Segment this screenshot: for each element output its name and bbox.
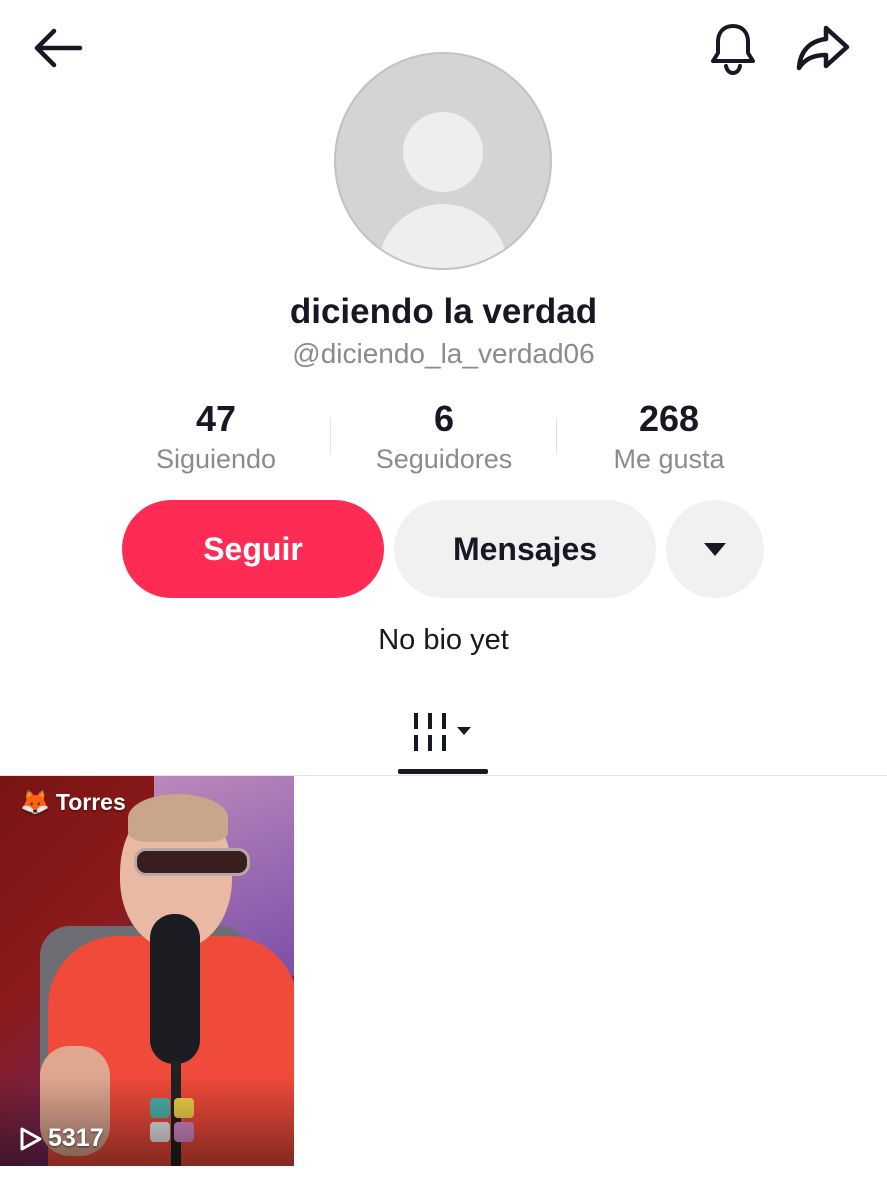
caret-down-icon — [704, 542, 726, 556]
likes-label: Me gusta — [613, 444, 725, 474]
stats-divider — [330, 418, 331, 454]
profile-stats: 47 Siguiendo 6 Seguidores 268 Me gusta — [0, 398, 887, 482]
arrow-left-icon — [34, 28, 83, 68]
followers-count: 6 — [433, 398, 455, 439]
bell-icon — [711, 24, 755, 76]
notification-bell-button[interactable] — [702, 18, 764, 78]
content-tab-bar — [0, 690, 887, 776]
profile-avatar[interactable] — [334, 52, 552, 270]
display-name: diciendo la verdad — [289, 292, 598, 331]
message-button[interactable]: Mensajes — [394, 500, 656, 598]
more-options-button[interactable] — [666, 500, 764, 598]
avatar-silhouette-body — [378, 204, 508, 268]
video-label: 🦊 Torres — [20, 788, 126, 817]
stat-followers[interactable]: 6 Seguidores — [344, 398, 544, 478]
following-count: 47 — [195, 398, 237, 439]
thumbnail-sunglasses — [134, 848, 250, 876]
stat-likes[interactable]: 268 Me gusta — [569, 398, 769, 478]
video-thumbnail[interactable]: 🦊 Torres 5317 — [0, 776, 294, 1166]
followers-label: Seguidores — [375, 444, 513, 474]
stat-following[interactable]: 47 Siguiendo — [116, 398, 316, 478]
play-count-value: 5317 — [48, 1124, 104, 1152]
caret-down-icon — [457, 726, 471, 735]
following-label: Siguiendo — [155, 444, 277, 474]
likes-count: 268 — [638, 398, 700, 439]
bio-text: No bio yet — [378, 624, 509, 656]
video-play-count: 5317 — [16, 1124, 104, 1153]
default-avatar-icon — [403, 112, 483, 192]
active-tab-indicator — [398, 769, 488, 774]
play-outline-icon — [20, 1127, 42, 1150]
share-arrow-icon — [796, 25, 850, 71]
thumbnail-microphone — [150, 914, 200, 1064]
share-button[interactable] — [792, 18, 854, 78]
follow-button[interactable]: Seguir — [122, 500, 384, 598]
stats-divider — [556, 418, 557, 454]
back-button[interactable] — [28, 22, 88, 74]
username: @diciendo_la_verdad06 — [292, 338, 595, 369]
grid-videos-icon — [414, 712, 471, 751]
tab-videos-grid[interactable] — [398, 690, 488, 775]
thumbnail-person-hair — [128, 794, 228, 842]
video-label-text: Torres — [55, 789, 126, 815]
fox-emoji-icon: 🦊 — [20, 789, 50, 816]
